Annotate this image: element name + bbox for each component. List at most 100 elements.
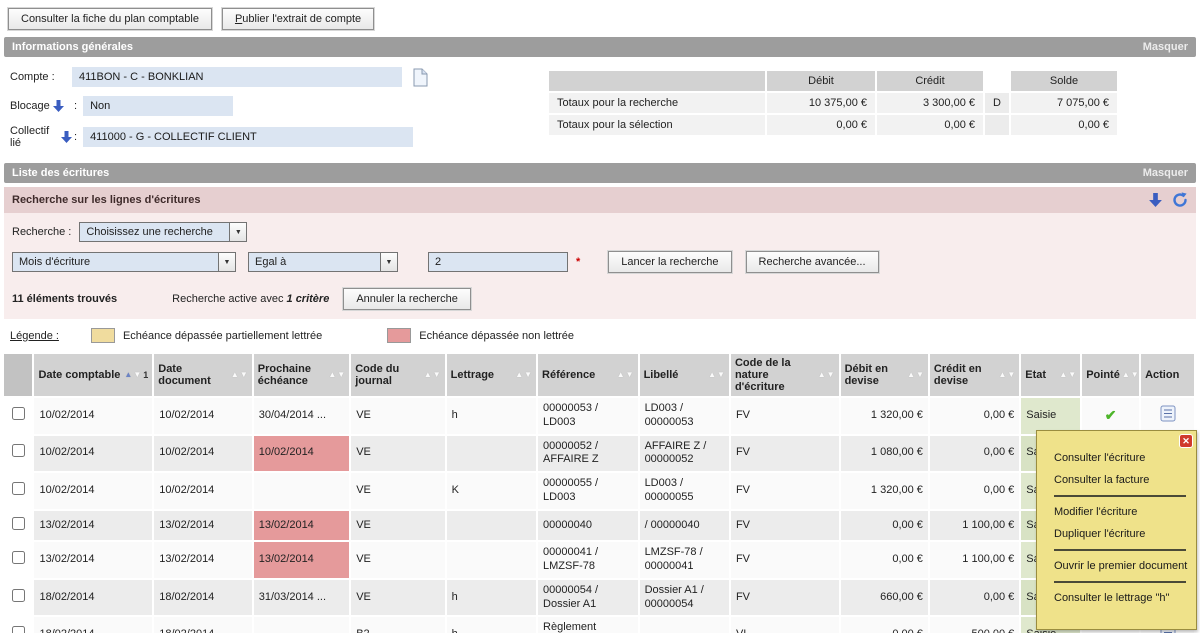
lancer-recherche-button[interactable]: Lancer la recherche [608,251,731,273]
row-checkbox[interactable] [12,407,25,420]
row-checkbox[interactable] [12,551,25,564]
sort-arrows-icon[interactable]: ▲▼ [231,371,248,379]
menu-item-consulter-lettrage[interactable]: Consulter le lettrage "h" [1037,587,1196,609]
totals-credit-header: Crédit [876,70,984,92]
saved-search-select[interactable]: Choisissez une recherche ▼ [79,222,247,242]
cell-code-journal: VE [350,510,445,542]
criteria-value-input[interactable] [428,252,568,272]
blocage-field[interactable]: Non [83,96,233,116]
col-header-date-document[interactable]: Date document▲▼ [153,353,253,397]
criteria-field-select[interactable]: Mois d'écriture ▼ [12,252,236,272]
chevron-down-icon: ▼ [218,253,235,271]
annuler-recherche-button[interactable]: Annuler la recherche [343,288,471,310]
cell-nature: FV [730,472,840,510]
cell-debit: 0,00 € [840,510,929,542]
col-header-nature[interactable]: Code de la nature d'écriture▲▼ [730,353,840,397]
cell-lettrage [446,510,537,542]
blocage-arrow-icon[interactable] [53,100,64,112]
masquer-infos-button[interactable]: Masquer [1143,41,1188,53]
sort-arrows-icon[interactable]: ▲▼ [328,371,345,379]
cell-prochaine-echeance: 13/02/2014 [253,510,350,542]
cell-debit: 0,00 € [840,616,929,633]
cell-prochaine-echeance [253,472,350,510]
cell-credit: 500,00 € [929,616,1020,633]
cell-nature: FV [730,435,840,473]
criteria-row: Mois d'écriture ▼ Egal à ▼ * Lancer la r… [4,242,1196,273]
collectif-arrow-icon[interactable] [61,131,72,143]
col-header-lettrage[interactable]: Lettrage▲▼ [446,353,537,397]
sort-arrows-icon[interactable]: ▲▼ [818,371,835,379]
cell-date-document: 10/02/2014 [153,397,253,435]
entry-row: 10/02/201410/02/2014VEK00000055 / LD003L… [3,472,1195,510]
col-header-label: Date document [158,363,229,387]
totals-blank-header [548,70,766,92]
sort-arrows-icon[interactable]: ▲▼ [1059,371,1076,379]
cell-select [3,510,33,542]
extrait-de-compte-screen: Consulter la fiche du plan comptable Pub… [0,0,1200,633]
collectif-lie-field[interactable]: 411000 - G - COLLECTIF CLIENT [83,127,413,147]
menu-item-consulter-facture[interactable]: Consulter la facture [1037,469,1196,491]
col-header-prochaine-echeance[interactable]: Prochaine échéance▲▼ [253,353,350,397]
menu-item-consulter-ecriture[interactable]: Consulter l'écriture [1037,447,1196,469]
refresh-icon[interactable] [1172,192,1188,208]
sort-rank: 1 [143,370,148,380]
col-header-libelle[interactable]: Libellé▲▼ [639,353,730,397]
sort-arrows-icon[interactable]: ▲▼ [617,371,634,379]
totals-credit-value: 0,00 € [876,114,984,136]
publier-extrait-button[interactable]: Publier l'extrait de compte [222,8,374,30]
menu-item-modifier-ecriture[interactable]: Modifier l'écriture [1037,501,1196,523]
criteria-operator-value: Egal à [249,253,380,271]
sort-arrows-icon[interactable]: ▲▼ [424,371,441,379]
saved-search-row: Recherche : Choisissez une recherche ▼ [4,213,1196,242]
cell-code-journal: VE [350,435,445,473]
cell-libelle: LMZSF-78 / 00000041 [639,541,730,579]
col-header-reference[interactable]: Référence▲▼ [537,353,639,397]
cell-select [3,472,33,510]
menu-item-ouvrir-premier-document[interactable]: Ouvrir le premier document [1037,555,1196,577]
sort-arrows-icon[interactable]: ▲▼ [1122,371,1139,379]
chevron-down-icon: ▼ [380,253,397,271]
compte-field[interactable]: 411BON - C - BONKLIAN [72,67,402,87]
row-checkbox[interactable] [12,444,25,457]
col-header-date-comptable[interactable]: Date comptable▲▼1 [33,353,153,397]
col-header-label: Débit en devise [845,363,906,387]
entries-table-head-row: Date comptable▲▼1Date document▲▼Prochain… [3,353,1195,397]
action-menu-icon[interactable] [1160,405,1176,422]
legend-label: Légende : [10,330,59,342]
consulter-plan-comptable-button[interactable]: Consulter la fiche du plan comptable [8,8,212,30]
document-icon[interactable] [412,68,428,87]
menu-item-dupliquer-ecriture[interactable]: Dupliquer l'écriture [1037,523,1196,545]
blocage-label: Blocage [10,100,72,112]
row-checkbox[interactable] [12,482,25,495]
col-header-credit[interactable]: Crédit en devise▲▼ [929,353,1020,397]
col-header-label: Pointé [1086,369,1120,381]
sort-arrows-icon[interactable]: ▲▼ [907,371,924,379]
recherche-avancee-button[interactable]: Recherche avancée... [746,251,879,273]
sort-arrows-icon[interactable]: ▲▼ [998,371,1015,379]
colon: : [74,100,77,112]
cell-prochaine-echeance: 31/03/2014 ... [253,579,350,617]
infos-generales-body: Compte : 411BON - C - BONKLIAN Blocage :… [0,57,1200,163]
sort-arrows-icon[interactable]: ▲▼ [515,371,532,379]
close-icon[interactable]: ✕ [1179,434,1193,448]
row-checkbox[interactable] [12,589,25,602]
export-arrow-icon[interactable] [1149,193,1162,207]
cell-debit: 1 320,00 € [840,472,929,510]
cell-select [3,397,33,435]
masquer-liste-button[interactable]: Masquer [1143,167,1188,179]
entry-row: 10/02/201410/02/201430/04/2014 ...VEh000… [3,397,1195,435]
cell-date-document: 13/02/2014 [153,510,253,542]
col-header-etat[interactable]: Etat▲▼ [1020,353,1081,397]
sort-arrows-icon[interactable]: ▲▼ [124,371,141,379]
col-header-pointe[interactable]: Pointé▲▼ [1081,353,1140,397]
totals-solde-header: Solde [1010,70,1118,92]
row-checkbox[interactable] [12,517,25,530]
cell-credit: 0,00 € [929,472,1020,510]
row-checkbox[interactable] [12,626,25,633]
col-header-code-journal[interactable]: Code du journal▲▼ [350,353,445,397]
col-header-debit[interactable]: Débit en devise▲▼ [840,353,929,397]
cell-select [3,435,33,473]
cell-lettrage: K [446,472,537,510]
criteria-operator-select[interactable]: Egal à ▼ [248,252,398,272]
sort-arrows-icon[interactable]: ▲▼ [708,371,725,379]
